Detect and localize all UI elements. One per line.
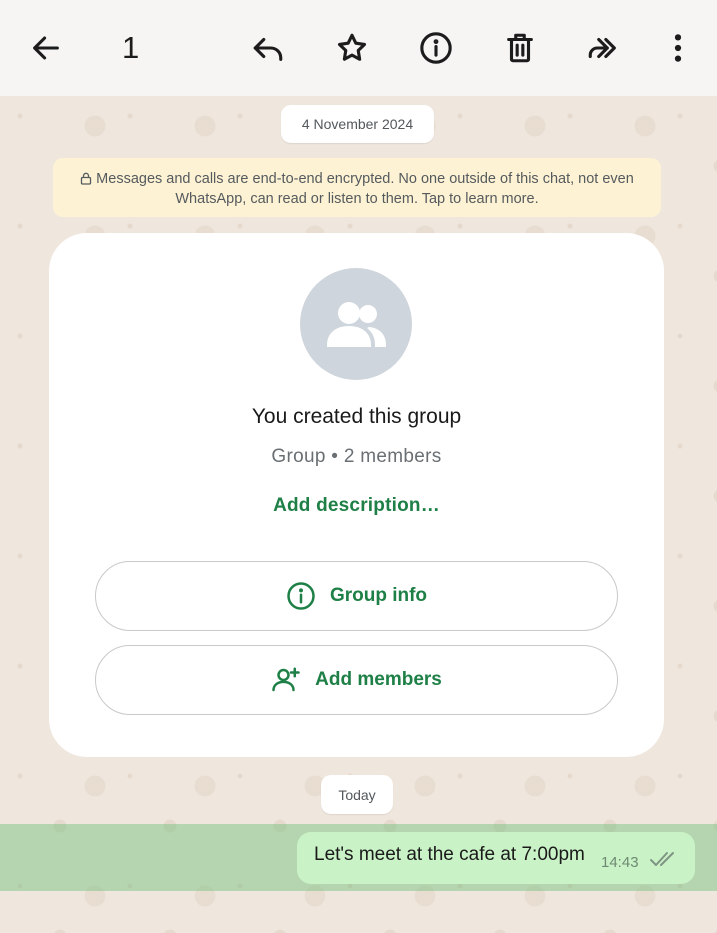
reply-button[interactable] — [244, 24, 292, 72]
add-person-icon — [272, 667, 300, 692]
message-time: 14:43 — [601, 854, 639, 871]
add-members-button[interactable]: Add members — [95, 645, 618, 715]
back-button[interactable] — [22, 24, 70, 72]
forward-icon — [588, 37, 616, 59]
message-text: Let's meet at the cafe at 7:00pm — [314, 844, 585, 865]
more-vertical-icon — [674, 34, 682, 62]
delete-button[interactable] — [496, 24, 544, 72]
info-button[interactable] — [412, 24, 460, 72]
today-chip: Today — [321, 775, 393, 814]
info-icon — [420, 32, 452, 64]
add-members-label: Add members — [315, 669, 442, 690]
delete-icon — [507, 33, 533, 63]
group-created-title: You created this group — [251, 405, 462, 428]
more-options-button[interactable] — [654, 24, 702, 72]
reply-icon — [253, 37, 283, 61]
forward-button[interactable] — [579, 24, 627, 72]
group-info-button[interactable]: Group info — [95, 561, 618, 631]
group-people-icon — [327, 302, 386, 347]
lock-icon — [80, 172, 92, 190]
star-button[interactable] — [328, 24, 376, 72]
encryption-notice-text: Messages and calls are end-to-end encryp… — [96, 171, 634, 207]
star-icon — [337, 33, 367, 61]
info-icon — [287, 582, 315, 610]
date-chip: 4 November 2024 — [281, 105, 434, 143]
group-member-count: Group • 2 members — [271, 446, 442, 467]
add-description-link[interactable]: Add description… — [49, 495, 664, 517]
group-info-label: Group info — [329, 585, 428, 606]
selected-count: 1 — [122, 30, 140, 65]
selection-toolbar: 1 — [0, 0, 717, 96]
group-created-card: You created this group Group • 2 members… — [49, 233, 664, 757]
encryption-notice[interactable]: Messages and calls are end-to-end encryp… — [53, 158, 661, 217]
group-avatar[interactable] — [300, 268, 412, 380]
double-check-icon — [649, 850, 679, 873]
back-arrow-icon — [33, 36, 59, 60]
outgoing-message-bubble[interactable]: Let's meet at the cafe at 7:00pm 14:43 — [297, 832, 695, 884]
